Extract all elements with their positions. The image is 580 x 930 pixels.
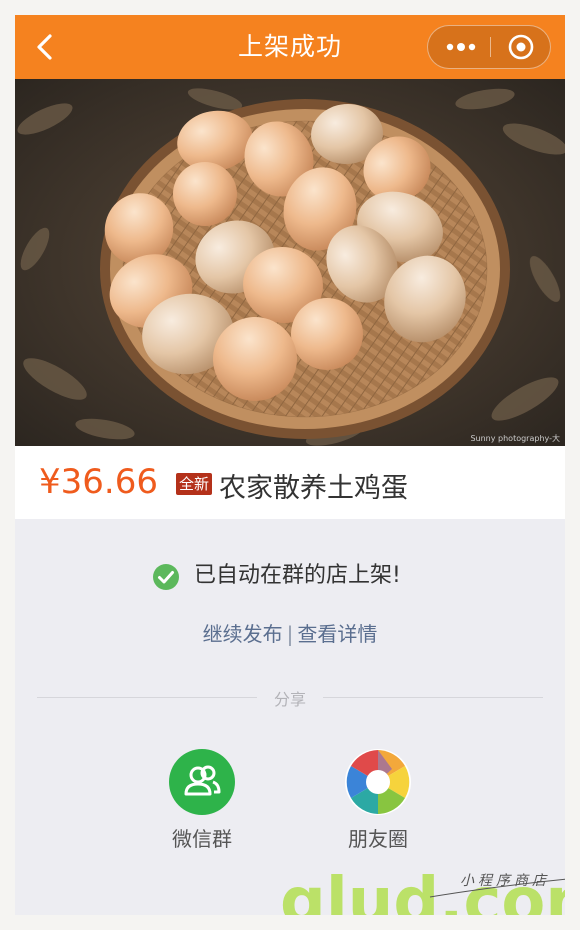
watermark-logo: glud.com 小程序商店 xyxy=(280,865,565,915)
more-dots-icon xyxy=(446,43,476,51)
moments-aperture-icon xyxy=(345,749,411,815)
share-moments-label: 朋友圈 xyxy=(348,827,408,851)
aperture-glyph xyxy=(346,750,410,814)
product-name: 农家散养土鸡蛋 xyxy=(219,473,408,504)
more-button[interactable] xyxy=(428,26,490,68)
target-close-icon xyxy=(508,34,534,60)
condition-badge: 全新 xyxy=(176,473,213,495)
view-details-link[interactable]: 查看详情 xyxy=(297,622,377,646)
share-wechat-group-label: 微信群 xyxy=(172,827,232,851)
share-divider-right xyxy=(323,697,543,698)
capsule-menu xyxy=(427,25,551,69)
product-price: ¥36.66 xyxy=(39,462,158,502)
eggs-in-basket-image: Sunny photography-大 xyxy=(15,79,565,446)
share-label: 分享 xyxy=(273,690,306,709)
publish-status: 已自动在群的店上架! xyxy=(15,559,565,593)
share-wechat-group-button[interactable]: 微信群 xyxy=(147,749,257,852)
status-message: 已自动在群的店上架! xyxy=(194,563,401,588)
wechat-group-icon xyxy=(169,749,235,815)
continue-publish-link[interactable]: 继续发布 xyxy=(203,622,283,646)
share-moments-button[interactable]: 朋友圈 xyxy=(323,749,433,852)
check-circle-icon xyxy=(153,564,179,590)
product-info-bar: ¥36.66 全新 农家散养土鸡蛋 xyxy=(15,446,565,519)
action-links: 继续发布 | 查看详情 xyxy=(15,619,565,649)
link-separator: | xyxy=(286,622,294,646)
group-users-glyph xyxy=(184,765,221,796)
app-frame: 上架成功 Sunny photography-大 ¥36.66 全新 农家散养土… xyxy=(15,15,565,915)
watermark: glud.com 小程序商店 xyxy=(280,857,565,915)
close-miniprogram-button[interactable] xyxy=(491,26,551,68)
navigation-bar: 上架成功 xyxy=(15,15,565,79)
product-photo: Sunny photography-大 xyxy=(15,79,565,446)
photo-credit: Sunny photography-大 xyxy=(470,433,560,443)
